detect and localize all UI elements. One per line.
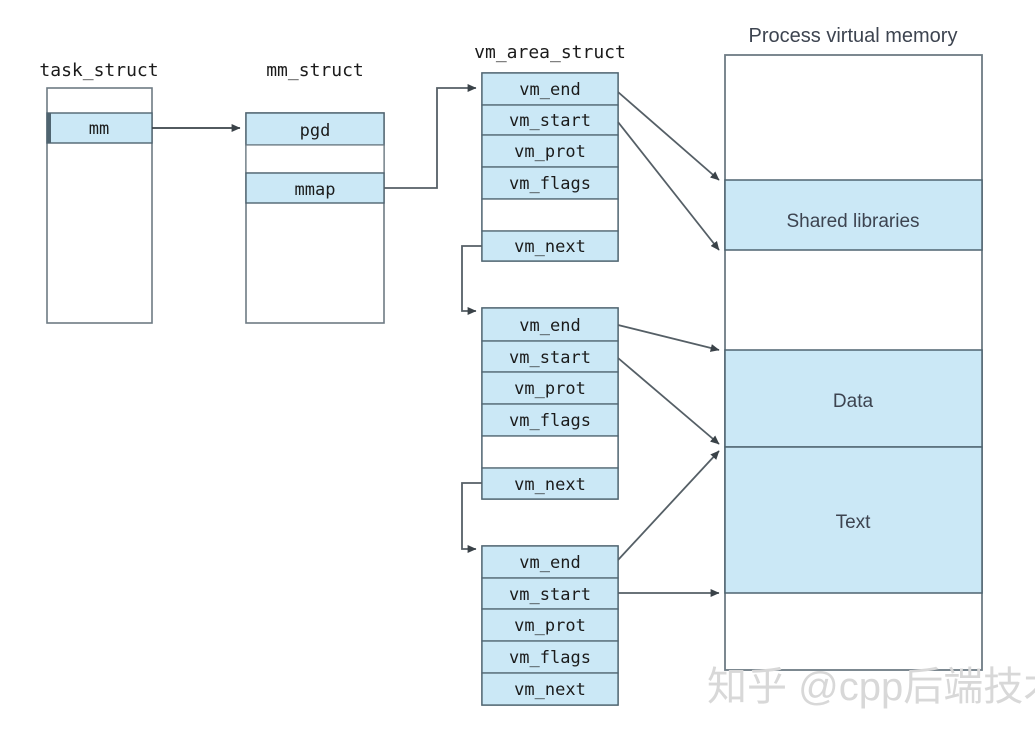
mm-struct-row-mmap-label: mmap (295, 180, 336, 200)
vm-area-1-row-vm-end-label: vm_end (519, 80, 580, 100)
vm-area-2-row-vm-next-label: vm_next (514, 475, 586, 495)
task-struct-title: task_struct (39, 60, 158, 81)
vm-area-struct-3: vm_end vm_start vm_prot vm_flags vm_next (481, 545, 619, 706)
vm-area-2-row-vm-prot-label: vm_prot (514, 379, 586, 399)
mm-struct-title: mm_struct (266, 60, 364, 81)
process-memory-title: Process virtual memory (749, 25, 958, 47)
connector-vm-start-2-to-data-bottom (617, 357, 720, 445)
vm-area-1-row-vm-start-label: vm_start (509, 111, 591, 131)
vm-area-1-row-vm-flags-label: vm_flags (509, 174, 591, 194)
mm-struct-box: pgd mmap (245, 112, 385, 324)
vm-area-2-row-vm-start-label: vm_start (509, 348, 591, 368)
vm-area-1-row-vm-prot-label: vm_prot (514, 142, 586, 162)
memory-mapping-diagram: task_struct mm_struct vm_area_struct Pro… (0, 0, 1035, 731)
watermark-text: 知乎 @cpp后端技术 (707, 665, 1035, 709)
vm-area-2-row-vm-end-label: vm_end (519, 316, 580, 336)
mm-struct-row-blank (245, 144, 385, 174)
vm-area-3-row-vm-end-label: vm_end (519, 553, 580, 573)
vm-area-1-row-blank (481, 198, 619, 232)
connector-mmap-to-vm-area-1 (384, 84, 477, 189)
vm-area-2-row-vm-flags-label: vm_flags (509, 411, 591, 431)
connector-vm-end-2-to-data-top (617, 324, 720, 352)
task-struct-box: mm (46, 87, 153, 324)
vm-area-struct-title: vm_area_struct (474, 42, 626, 63)
connector-vm-next-1-to-vm-area-2 (461, 245, 482, 315)
task-struct-row-mm-marker (47, 113, 51, 143)
vm-area-struct-2: vm_end vm_start vm_prot vm_flags vm_next (481, 307, 619, 500)
vm-area-3-row-vm-next-label: vm_next (514, 680, 586, 700)
connector-vm-end-3-to-text-top (617, 450, 720, 561)
connector-vm-end-1-to-shared-libraries-top (617, 91, 720, 181)
vm-area-1-row-vm-next-label: vm_next (514, 237, 586, 257)
connector-vm-start-1-to-shared-libraries-bottom (617, 121, 720, 251)
segment-shared-libraries-label: Shared libraries (786, 211, 919, 232)
connector-vm-next-2-to-vm-area-3 (461, 482, 482, 553)
diagram-canvas: task_struct mm_struct vm_area_struct Pro… (39, 25, 1035, 709)
vm-area-struct-1: vm_end vm_start vm_prot vm_flags vm_next (481, 72, 619, 262)
vm-area-2-row-blank (481, 435, 619, 469)
vm-area-3-row-vm-start-label: vm_start (509, 585, 591, 605)
mm-struct-row-pgd-label: pgd (300, 121, 331, 141)
segment-text-label: Text (836, 512, 872, 533)
segment-data-label: Data (833, 391, 874, 412)
vm-area-3-row-vm-flags-label: vm_flags (509, 648, 591, 668)
vm-area-3-row-vm-prot-label: vm_prot (514, 616, 586, 636)
process-virtual-memory-box: Shared libraries Data Text (724, 54, 983, 671)
task-struct-row-mm-label: mm (89, 119, 109, 139)
